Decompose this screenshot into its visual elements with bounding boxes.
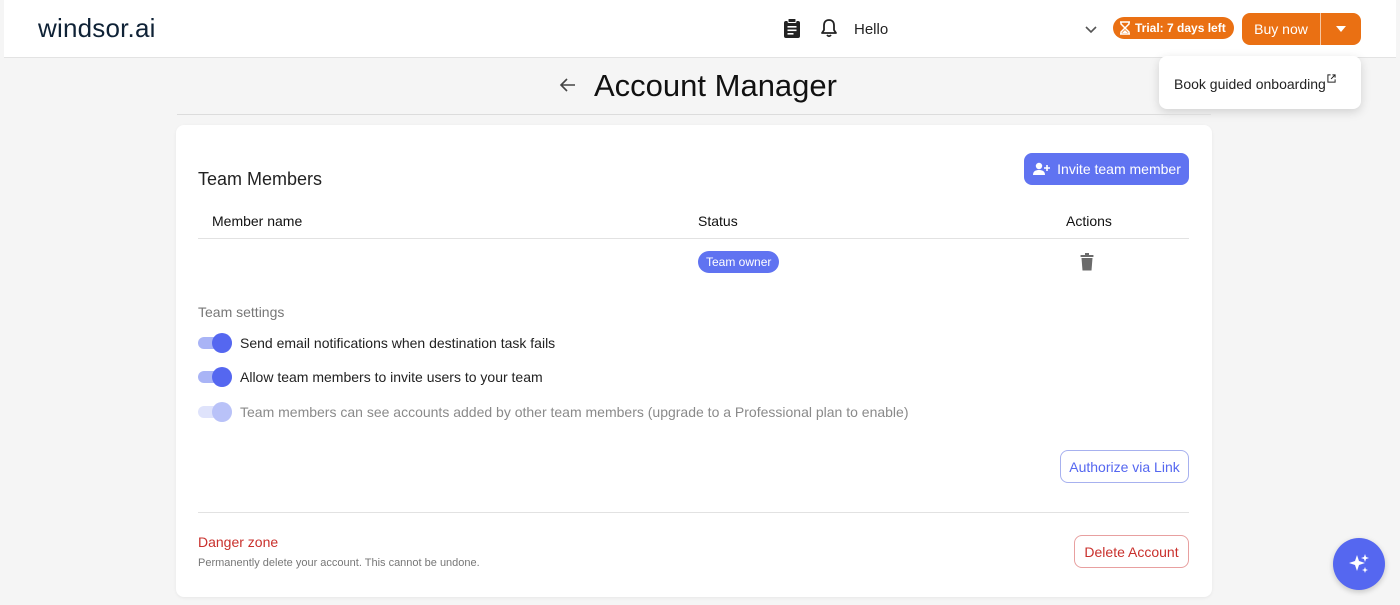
delete-account-button[interactable]: Delete Account bbox=[1074, 535, 1189, 568]
buy-now-button[interactable]: Buy now bbox=[1242, 13, 1320, 45]
ai-assistant-button[interactable] bbox=[1333, 538, 1385, 590]
back-arrow-icon[interactable] bbox=[559, 76, 577, 94]
team-settings-label: Team settings bbox=[198, 304, 285, 320]
danger-zone-description: Permanently delete your account. This ca… bbox=[198, 557, 480, 569]
section-divider bbox=[198, 512, 1189, 513]
allow-invites-label: Allow team members to invite users to yo… bbox=[240, 369, 543, 385]
buy-now-split-button: Buy now bbox=[1242, 13, 1361, 45]
danger-zone-title: Danger zone bbox=[198, 534, 279, 550]
shared-accounts-label: Team members can see accounts added by o… bbox=[240, 404, 909, 420]
caret-down-icon bbox=[1336, 26, 1346, 32]
invite-team-member-button[interactable]: Invite team member bbox=[1024, 153, 1189, 185]
column-header-actions: Actions bbox=[1066, 213, 1112, 229]
logo[interactable]: windsor.ai bbox=[38, 13, 156, 44]
account-card: Team Members Invite team member Member n… bbox=[176, 125, 1212, 597]
setting-allow-invites: Allow team members to invite users to yo… bbox=[198, 366, 543, 388]
email-notifications-toggle[interactable] bbox=[198, 333, 232, 353]
table-header: Member name Status Actions bbox=[198, 213, 1189, 239]
setting-shared-accounts: Team members can see accounts added by o… bbox=[198, 401, 908, 423]
section-title: Team Members bbox=[198, 169, 323, 189]
external-link-icon bbox=[1327, 74, 1336, 83]
shared-accounts-toggle bbox=[198, 402, 232, 422]
trash-icon[interactable] bbox=[1080, 253, 1094, 271]
authorize-via-link-button[interactable]: Authorize via Link bbox=[1060, 450, 1189, 483]
page-title: Account Manager bbox=[594, 68, 837, 103]
invite-button-label: Invite team member bbox=[1057, 161, 1181, 177]
setting-email-notifications: Send email notifications when destinatio… bbox=[198, 332, 555, 354]
clipboard-icon[interactable] bbox=[783, 18, 801, 38]
toggle-knob bbox=[212, 333, 232, 353]
email-notifications-label: Send email notifications when destinatio… bbox=[240, 335, 556, 351]
chevron-down-icon[interactable] bbox=[1084, 22, 1098, 36]
trial-badge[interactable]: Trial: 7 days left bbox=[1113, 17, 1234, 39]
toggle-knob bbox=[212, 367, 232, 387]
page-header: Account Manager bbox=[177, 62, 1211, 115]
greeting: Hello bbox=[854, 21, 889, 38]
allow-invites-toggle[interactable] bbox=[198, 367, 232, 387]
hourglass-icon bbox=[1120, 21, 1130, 35]
buy-now-dropdown-toggle[interactable] bbox=[1321, 13, 1361, 45]
add-user-icon bbox=[1033, 162, 1051, 175]
column-header-member-name: Member name bbox=[212, 213, 303, 229]
column-header-status: Status bbox=[698, 213, 738, 229]
sparkle-icon bbox=[1349, 554, 1369, 573]
trial-badge-label: Trial: 7 days left bbox=[1135, 21, 1226, 35]
top-bar: windsor.ai Hello Trial: 7 days left Buy … bbox=[4, 0, 1396, 58]
toggle-knob bbox=[212, 402, 232, 422]
table-row: Team owner bbox=[198, 239, 1189, 285]
bell-icon[interactable] bbox=[820, 18, 838, 38]
status-badge: Team owner bbox=[698, 251, 780, 273]
